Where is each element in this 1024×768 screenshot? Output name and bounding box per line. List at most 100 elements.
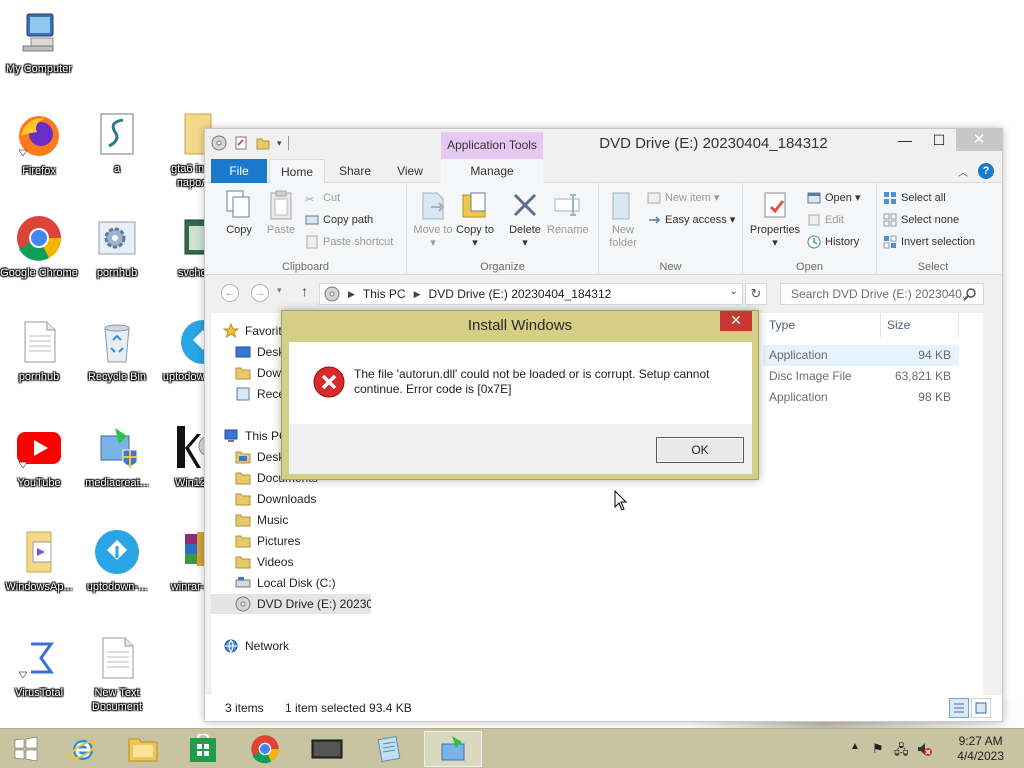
show-hidden-icons-icon[interactable]: ▲ [850,741,860,752]
taskbar-notepad[interactable] [360,731,418,767]
breadcrumb-current[interactable]: DVD Drive (E:) 20230404_184312 [429,287,612,301]
nav-pc-dvd-drive[interactable]: DVD Drive (E:) 20230 [211,594,371,614]
paste-shortcut-button[interactable]: Paste shortcut [305,233,393,251]
back-button[interactable]: ← [221,284,239,302]
ok-button[interactable]: OK [656,437,744,463]
taskbar-media-window[interactable] [298,731,356,767]
table-row[interactable]: Disc Image File 63,821 KB [763,366,959,387]
tab-manage[interactable]: Manage [441,159,543,183]
select-all-label: Select all [901,192,946,204]
desktop-icon-new-text-document[interactable]: New Text Document [78,634,156,714]
up-button[interactable]: ↑ [301,283,308,299]
desktop-icon-youtube[interactable]: YouTube [0,424,78,490]
action-center-flag-icon[interactable]: ⚑ [872,741,884,757]
clock[interactable]: 9:27 AM 4/4/2023 [957,734,1004,764]
select-none-icon [883,213,897,227]
easy-access-button[interactable]: Easy access ▾ [647,211,735,229]
breadcrumb-separator-icon[interactable]: ▶ [414,289,421,300]
file-type: Application [769,348,828,362]
new-item-button[interactable]: New item ▾ [647,189,719,207]
desktop-icon-virustotal[interactable]: VirusTotal [0,634,78,700]
rename-icon [551,189,583,221]
new-item-icon [647,191,661,205]
network-status-icon[interactable]: 🖧 [894,741,909,763]
delete-button[interactable]: Delete ▾ [505,189,545,250]
edit-button[interactable]: Edit [807,211,844,229]
dialog-close-button[interactable]: ✕ [720,311,752,331]
collapse-ribbon-icon[interactable]: ︿ [958,164,968,179]
open-group: Properties ▾ Open ▾ Edit History Open [743,183,877,275]
refresh-button[interactable]: ↻ [745,283,767,305]
column-header-size[interactable]: Size [881,313,959,337]
open-button[interactable]: Open ▾ [807,189,861,207]
desktop-icon-my-computer[interactable]: My Computer [0,10,78,76]
desktop-icon-pornhub-exe[interactable]: pornhub [78,214,156,280]
desktop-icon-chrome[interactable]: Google Chrome [0,214,78,280]
paste-shortcut-label: Paste shortcut [323,236,394,248]
taskbar-store[interactable] [174,731,232,767]
address-dropdown-icon[interactable]: ⌄ [730,286,738,297]
desktop-icon-a[interactable]: a [78,110,156,176]
chrome-icon [251,735,279,764]
details-view-button[interactable] [949,698,969,718]
recent-locations-chevron-icon[interactable]: ▾ [277,285,282,296]
properties-button[interactable]: Properties ▾ [749,189,801,250]
copy-to-button[interactable]: Copy to ▾ [455,189,495,250]
breadcrumb-separator-icon[interactable]: ▶ [348,289,355,300]
taskbar-chrome[interactable] [236,731,294,767]
desktop-icon-pornhub-text[interactable]: pornhub [0,318,78,384]
desktop-icon-mediacreation[interactable]: mediacreat... [78,424,156,490]
taskbar-setup[interactable] [424,731,482,767]
close-button[interactable]: ✕ [956,129,1002,151]
invert-selection-button[interactable]: Invert selection [883,233,975,251]
table-row[interactable]: Application 94 KB [763,345,959,366]
paste-button[interactable]: Paste [261,189,301,237]
tab-share[interactable]: Share [327,159,383,183]
help-icon[interactable]: ? [978,163,994,179]
firefox-icon [15,112,63,160]
desktop-icon-firefox[interactable]: Firefox [0,112,78,178]
desktop-icon-uptodown-installer[interactable]: uptodown-... [78,528,156,594]
move-to-button[interactable]: Move to ▾ [413,189,453,250]
select-none-button[interactable]: Select none [883,211,959,229]
table-row[interactable]: Application 98 KB [763,387,959,408]
forward-button[interactable]: → [251,284,269,302]
rename-button[interactable]: Rename [547,189,589,237]
copy-label: Copy [226,224,252,236]
tab-home[interactable]: Home [269,159,325,184]
desktop-icon-label: VirusTotal [14,687,64,699]
tab-view[interactable]: View [385,159,435,183]
start-button[interactable] [0,731,52,767]
ribbon: Copy Paste ✂ Cut Copy path Paste shortcu… [205,183,1002,275]
select-all-button[interactable]: Select all [883,189,946,207]
history-button[interactable]: History [807,233,859,251]
tab-file[interactable]: File [211,159,267,183]
cut-button[interactable]: ✂ Cut [305,189,340,207]
desktop-icon-label: mediacreat... [85,477,149,489]
script-file-icon [93,110,141,158]
desktop-icon-label: Firefox [22,165,56,177]
desktop-icon-windowsapps[interactable]: WindowsAp... [0,528,78,594]
search-icon[interactable] [963,287,977,304]
taskbar-file-explorer[interactable] [114,731,172,767]
address-bar[interactable]: ▶ This PC ▶ DVD Drive (E:) 20230404_1843… [319,283,743,305]
title-bar[interactable]: ▾ Application Tools DVD Drive (E:) 20230… [205,129,1002,159]
breadcrumb-this-pc[interactable]: This PC [363,287,406,301]
taskbar-internet-explorer[interactable] [54,731,112,767]
desktop-icon-recycle-bin[interactable]: Recycle Bin [78,318,156,384]
minimize-button[interactable]: — [888,129,922,151]
copy-button[interactable]: Copy [219,189,259,237]
move-to-icon [417,189,449,221]
new-folder-button[interactable]: New folder [603,189,643,250]
open-group-name: Open [796,261,823,273]
column-header-type[interactable]: Type [763,313,881,337]
copy-path-button[interactable]: Copy path [305,211,373,229]
nav-network[interactable]: Network [223,636,383,656]
maximize-button[interactable]: ☐ [922,129,956,151]
search-input[interactable]: Search DVD Drive (E:) 2023040... [780,283,984,305]
window-controls: — ☐ ✕ [888,129,1002,151]
volume-muted-icon[interactable] [916,741,932,760]
folder-icon [15,528,63,576]
large-icons-view-button[interactable] [971,698,991,718]
new-item-label: New item ▾ [665,192,720,204]
